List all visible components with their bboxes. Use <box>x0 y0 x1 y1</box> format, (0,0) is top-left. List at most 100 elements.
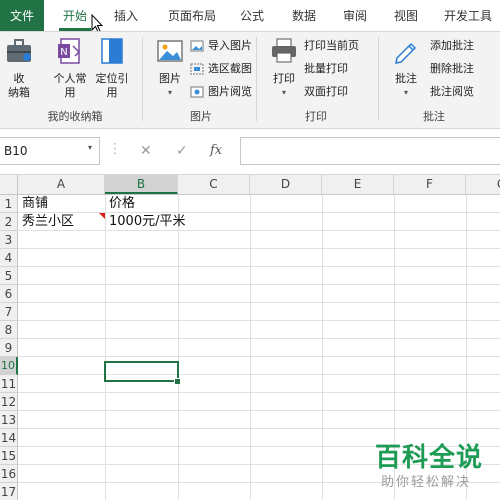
print-button[interactable]: 打印 ▾ <box>266 36 302 100</box>
row-header-4[interactable]: 4 <box>0 249 18 267</box>
tab-review[interactable]: 审阅 <box>335 0 375 31</box>
grid-line <box>18 410 500 411</box>
tab-home[interactable]: 开始 <box>55 0 95 31</box>
toolbox-icon <box>7 39 31 62</box>
locate-reference-label: 定位引 用 <box>95 72 129 99</box>
tab-data[interactable]: 数据 <box>284 0 324 31</box>
print-current-page-button[interactable]: 打印当前页 <box>304 37 359 55</box>
row-header-14[interactable]: 14 <box>0 429 18 447</box>
row-header-8[interactable]: 8 <box>0 321 18 339</box>
row-header-15[interactable]: 15 <box>0 447 18 465</box>
grid-line <box>18 374 500 375</box>
svg-text:N: N <box>60 47 67 58</box>
row-header-9[interactable]: 9 <box>0 339 18 357</box>
row-header-16[interactable]: 16 <box>0 465 18 483</box>
batch-print-label: 批量打印 <box>304 62 348 75</box>
tab-file[interactable]: 文件 <box>0 0 44 31</box>
duplex-print-button[interactable]: 双面打印 <box>304 83 348 101</box>
grid-line <box>250 195 251 500</box>
ribbon: 收 纳箱 N 个人常 用 定位引 用 我的收纳箱 图片 ▾ 导入图片 选区截图 <box>0 31 500 129</box>
comment-button[interactable]: 批注 ▾ <box>388 36 424 100</box>
grid-line <box>18 248 500 249</box>
row-header-13[interactable]: 13 <box>0 411 18 429</box>
tab-insert[interactable]: 插入 <box>106 0 146 31</box>
fill-handle[interactable] <box>174 378 181 385</box>
row-header-6[interactable]: 6 <box>0 285 18 303</box>
comment-indicator[interactable] <box>99 213 105 219</box>
picture-browse-icon <box>190 86 204 98</box>
watermark: 百科全说 助你轻松解决 <box>375 437 495 497</box>
delete-comment-button[interactable]: 删除批注 <box>430 60 474 78</box>
tab-view[interactable]: 视图 <box>386 0 426 31</box>
personal-common-button[interactable]: N 个人常 用 <box>48 36 92 100</box>
grid-line <box>322 195 323 500</box>
group-label-storage: 我的收纳箱 <box>47 110 103 123</box>
screenshot-button[interactable]: 选区截图 <box>190 60 252 78</box>
group-label-print: 打印 <box>305 110 327 123</box>
row-header-1[interactable]: 1 <box>0 195 18 213</box>
selected-cell-b10[interactable] <box>104 361 179 382</box>
tab-formulas[interactable]: 公式 <box>232 0 272 31</box>
grid-line <box>18 320 500 321</box>
column-header-a[interactable]: A <box>18 175 105 194</box>
column-header-e[interactable]: E <box>322 175 394 194</box>
row-header-10[interactable]: 10 <box>0 357 18 375</box>
picture-icon <box>157 40 183 62</box>
grid-line <box>18 392 500 393</box>
row-header-2[interactable]: 2 <box>0 213 18 231</box>
formula-bar: B10 ▾ ⋮ ✕ ✓ fx <box>0 129 500 175</box>
cell-a1[interactable]: 商铺 <box>19 195 48 213</box>
formula-input[interactable] <box>240 137 500 165</box>
column-headers: A B C D E F G <box>0 175 500 195</box>
chevron-down-icon[interactable]: ▾ <box>88 143 92 152</box>
picture-browse-label: 图片阅览 <box>208 85 252 98</box>
cell-b2[interactable]: 1000元/平米 <box>106 213 185 231</box>
chevron-down-icon: ▾ <box>281 88 286 97</box>
group-label-picture: 图片 <box>190 110 212 123</box>
cell-b1[interactable]: 价格 <box>106 195 135 213</box>
picture-browse-button[interactable]: 图片阅览 <box>190 83 252 101</box>
cell-a2[interactable]: 秀兰小区 <box>19 213 74 231</box>
grid-line <box>18 212 500 213</box>
name-box[interactable]: B10 <box>0 137 100 165</box>
batch-print-button[interactable]: 批量打印 <box>304 60 348 78</box>
group-separator <box>256 37 257 121</box>
receive-box-button[interactable]: 收 纳箱 <box>2 36 36 100</box>
picture-button[interactable]: 图片 ▾ <box>152 36 188 100</box>
print-label: 打印 <box>273 72 295 85</box>
onenote-icon: N <box>58 38 81 64</box>
personal-common-label: 个人常 用 <box>53 72 87 99</box>
insert-function-icon[interactable]: fx <box>210 143 222 158</box>
tab-developer[interactable]: 开发工具 <box>436 0 500 31</box>
watermark-title: 百科全说 <box>375 443 484 473</box>
grid-line <box>105 195 106 500</box>
grid-line <box>18 428 500 429</box>
row-header-11[interactable]: 11 <box>0 375 18 393</box>
browse-comment-button[interactable]: 批注阅览 <box>430 83 474 101</box>
add-comment-button[interactable]: 添加批注 <box>430 37 474 55</box>
row-header-12[interactable]: 12 <box>0 393 18 411</box>
group-label-comment: 批注 <box>423 110 445 123</box>
chevron-down-icon: ▾ <box>403 88 408 97</box>
row-header-5[interactable]: 5 <box>0 267 18 285</box>
grid-line <box>178 195 179 500</box>
grid-line <box>18 338 500 339</box>
column-header-f[interactable]: F <box>394 175 466 194</box>
cancel-icon[interactable]: ✕ <box>140 143 152 159</box>
select-all-corner[interactable] <box>0 175 18 194</box>
tab-page-layout[interactable]: 页面布局 <box>160 0 224 31</box>
row-header-17[interactable]: 17 <box>0 483 18 500</box>
delete-comment-label: 删除批注 <box>430 62 474 75</box>
locate-reference-button[interactable]: 定位引 用 <box>92 36 132 100</box>
row-header-7[interactable]: 7 <box>0 303 18 321</box>
row-header-3[interactable]: 3 <box>0 231 18 249</box>
column-header-b[interactable]: B <box>105 175 178 194</box>
confirm-icon[interactable]: ✓ <box>176 143 188 159</box>
column-header-g[interactable]: G <box>466 175 500 194</box>
import-picture-button[interactable]: 导入图片 <box>190 37 252 55</box>
browse-comment-label: 批注阅览 <box>430 85 474 98</box>
grid-line <box>18 356 500 357</box>
column-header-d[interactable]: D <box>250 175 322 194</box>
column-header-c[interactable]: C <box>178 175 250 194</box>
printer-icon <box>272 38 296 63</box>
